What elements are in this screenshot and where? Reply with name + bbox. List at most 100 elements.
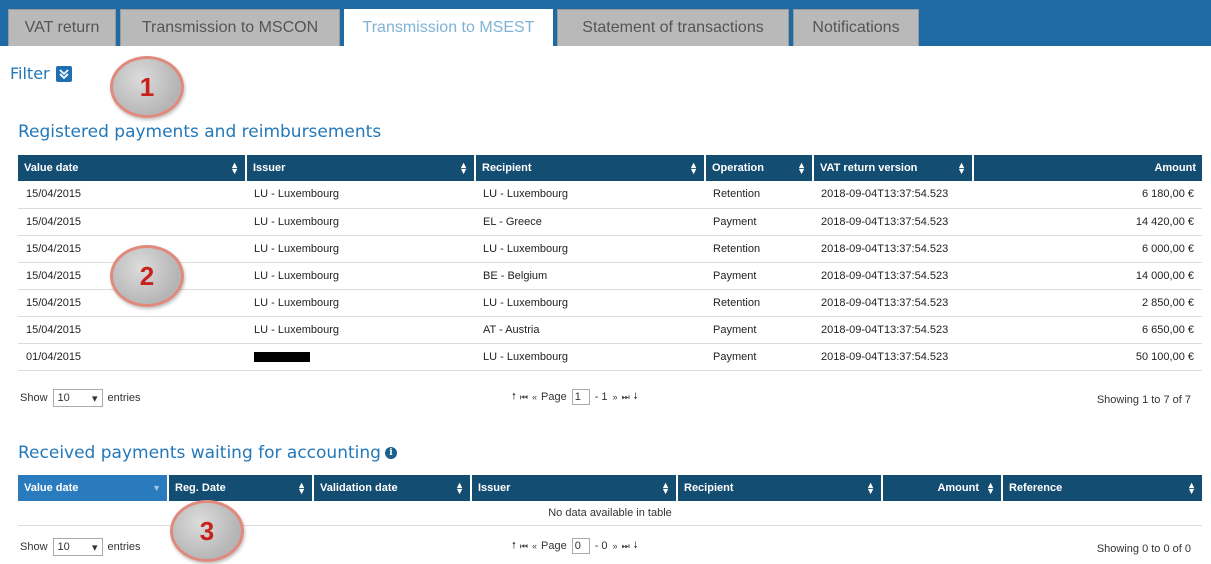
- page-input[interactable]: 0: [571, 538, 590, 554]
- table-row: 15/04/2015 LU - Luxembourg BE - Belgium …: [18, 262, 1202, 290]
- sort-icon: ▲ ▼: [986, 480, 995, 496]
- page-total: - 1: [594, 391, 608, 403]
- tab-vat-return[interactable]: VAT return: [8, 9, 116, 46]
- showing-info: Showing 0 to 0 of 0: [1096, 543, 1191, 555]
- page-label: Page: [541, 540, 567, 552]
- next-page-icon[interactable]: »: [613, 392, 618, 402]
- dropdown-arrow-icon: ▾: [92, 392, 98, 405]
- column-header-recipient[interactable]: Recipient ▲ ▼: [677, 475, 883, 501]
- cell-value-date: 01/04/2015: [18, 343, 246, 371]
- column-header-value-date[interactable]: Value date ▼: [18, 475, 169, 501]
- sort-desc-icon: ▼: [152, 483, 161, 493]
- column-header-amount[interactable]: Amount ▲ ▼: [882, 475, 1003, 501]
- cell-amount: 50 100,00 €: [973, 343, 1202, 371]
- cell-amount: 6 180,00 €: [973, 181, 1202, 209]
- registered-payments-table: Value date ▲ ▼ Issuer ▲ ▼ Recipient ▲ ▼ Operat…: [18, 155, 1202, 371]
- sort-icon: ▲ ▼: [230, 160, 239, 176]
- table-row: 15/04/2015 LU - Luxembourg LU - Luxembou…: [18, 289, 1202, 317]
- cell-recipient: BE - Belgium: [475, 262, 705, 290]
- tab-transmission-mscon[interactable]: Transmission to MSCON: [120, 9, 340, 46]
- received-section-title: Received payments waiting for accounting…: [18, 443, 397, 463]
- cell-operation: Payment: [705, 208, 813, 236]
- cell-value-date: 15/04/2015: [18, 208, 246, 236]
- column-header-reference[interactable]: Reference ▲ ▼: [1002, 475, 1202, 501]
- table-row: 01/04/2015 LU - Luxembourg Payment 2018-…: [18, 343, 1202, 371]
- table-row: 15/04/2015 LU - Luxembourg LU - Luxembou…: [18, 181, 1202, 209]
- chevron-double-down-icon[interactable]: [55, 65, 72, 82]
- registered-section-title: Registered payments and reimbursements: [18, 122, 382, 142]
- cell-operation: Payment: [705, 262, 813, 290]
- callout-marker-3: 3: [170, 500, 244, 562]
- page-total: - 0: [594, 540, 608, 552]
- cell-recipient: EL - Greece: [475, 208, 705, 236]
- cell-amount: 14 000,00 €: [973, 262, 1202, 290]
- entries-select[interactable]: 10 ▾: [52, 389, 103, 407]
- first-page-icon[interactable]: ⏮: [520, 541, 528, 552]
- tab-transmission-msest[interactable]: Transmission to MSEST: [344, 9, 553, 47]
- cell-issuer: LU - Luxembourg: [246, 181, 475, 209]
- column-header-value-date[interactable]: Value date ▲ ▼: [18, 155, 247, 181]
- tab-notifications[interactable]: Notifications: [793, 9, 919, 46]
- column-header-recipient[interactable]: Recipient ▲ ▼: [475, 155, 706, 181]
- column-header-vat-return-version[interactable]: VAT return version ▲ ▼: [813, 155, 974, 181]
- cell-issuer: [246, 343, 475, 371]
- cell-recipient: LU - Luxembourg: [475, 289, 705, 317]
- cell-vat-return-version: 2018-09-04T13:37:54.523: [813, 208, 973, 236]
- entries-label: entries: [107, 392, 141, 404]
- cell-amount: 2 850,00 €: [973, 289, 1202, 317]
- next-page-icon[interactable]: »: [613, 541, 618, 551]
- tab-statement-of-transactions[interactable]: Statement of transactions: [557, 9, 789, 46]
- show-label: Show: [20, 541, 48, 553]
- pagination: 🠕 ⏮ « Page 1 - 1 » ⏭ 🠗: [512, 389, 638, 405]
- entries-label: entries: [107, 541, 141, 553]
- sort-icon: ▲ ▼: [661, 480, 670, 496]
- last-page-icon[interactable]: ⏭: [622, 541, 630, 552]
- cell-recipient: LU - Luxembourg: [475, 343, 705, 371]
- table-row: 15/04/2015 LU - Luxembourg EL - Greece P…: [18, 208, 1202, 236]
- cell-issuer: LU - Luxembourg: [246, 262, 475, 290]
- entries-length-control: Show 10 ▾ entries: [20, 389, 141, 407]
- cell-recipient: AT - Austria: [475, 316, 705, 344]
- arrow-down-icon[interactable]: 🠗: [634, 389, 638, 405]
- column-header-reg-date[interactable]: Reg. Date ▲ ▼: [168, 475, 314, 501]
- cell-vat-return-version: 2018-09-04T13:37:54.523: [813, 289, 973, 317]
- cell-issuer: LU - Luxembourg: [246, 289, 475, 317]
- entries-length-control: Show 10 ▾ entries: [20, 538, 141, 556]
- column-header-operation[interactable]: Operation ▲ ▼: [705, 155, 814, 181]
- cell-amount: 14 420,00 €: [973, 208, 1202, 236]
- filter-toggle[interactable]: Filter: [10, 64, 72, 83]
- sort-icon: ▲ ▼: [866, 480, 875, 496]
- arrow-up-icon[interactable]: 🠕: [512, 538, 516, 554]
- callout-marker-2: 2: [110, 245, 184, 307]
- sort-icon: ▲ ▼: [459, 160, 468, 176]
- table-row: 15/04/2015 LU - Luxembourg AT - Austria …: [18, 316, 1202, 344]
- cell-operation: Retention: [705, 235, 813, 263]
- first-page-icon[interactable]: ⏮: [520, 392, 528, 403]
- sort-icon: ▲ ▼: [957, 160, 966, 176]
- sort-icon: ▲ ▼: [297, 480, 306, 496]
- sort-icon: ▲ ▼: [689, 160, 698, 176]
- last-page-icon[interactable]: ⏭: [622, 392, 630, 403]
- table-row: 15/04/2015 LU - Luxembourg LU - Luxembou…: [18, 235, 1202, 263]
- cell-issuer: LU - Luxembourg: [246, 235, 475, 263]
- cell-value-date: 15/04/2015: [18, 316, 246, 344]
- prev-page-icon[interactable]: «: [532, 392, 537, 402]
- arrow-up-icon[interactable]: 🠕: [512, 389, 516, 405]
- info-icon[interactable]: i: [384, 447, 397, 459]
- cell-vat-return-version: 2018-09-04T13:37:54.523: [813, 343, 973, 371]
- cell-vat-return-version: 2018-09-04T13:37:54.523: [813, 316, 973, 344]
- page-input[interactable]: 1: [571, 389, 590, 405]
- cell-operation: Payment: [705, 316, 813, 344]
- arrow-down-icon[interactable]: 🠗: [634, 538, 638, 554]
- cell-operation: Payment: [705, 343, 813, 371]
- column-header-issuer[interactable]: Issuer ▲ ▼: [471, 475, 678, 501]
- cell-recipient: LU - Luxembourg: [475, 235, 705, 263]
- cell-vat-return-version: 2018-09-04T13:37:54.523: [813, 181, 973, 209]
- entries-select[interactable]: 10 ▾: [52, 538, 103, 556]
- showing-info: Showing 1 to 7 of 7: [1096, 394, 1191, 406]
- prev-page-icon[interactable]: «: [532, 541, 537, 551]
- cell-amount: 6 650,00 €: [973, 316, 1202, 344]
- column-header-amount[interactable]: Amount: [973, 155, 1202, 181]
- column-header-issuer[interactable]: Issuer ▲ ▼: [246, 155, 476, 181]
- column-header-validation-date[interactable]: Validation date ▲ ▼: [313, 475, 472, 501]
